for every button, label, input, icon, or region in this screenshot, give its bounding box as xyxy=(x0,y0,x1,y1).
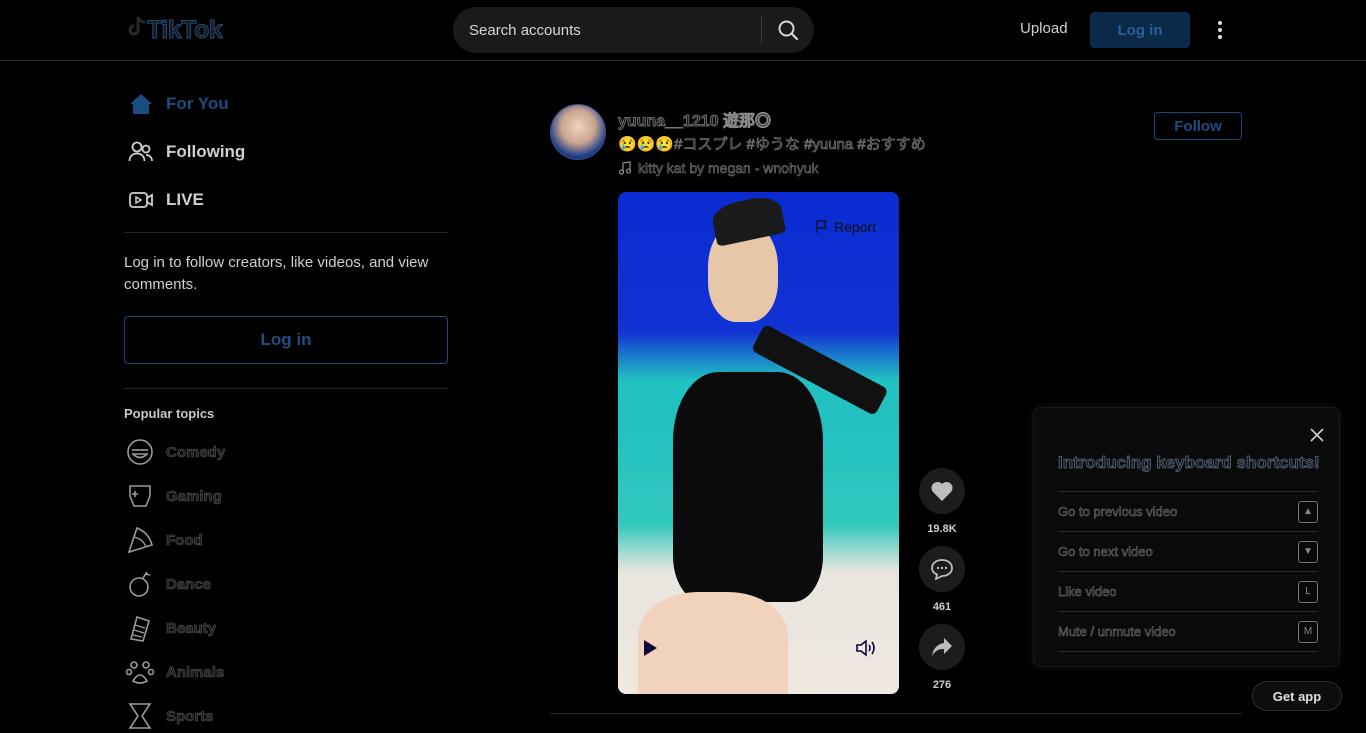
live-icon xyxy=(126,185,156,215)
upload-link[interactable]: Upload xyxy=(1020,20,1068,37)
home-icon xyxy=(126,89,156,119)
author-name[interactable]: yuuna__1210 遊那◎ xyxy=(618,107,772,131)
food-icon xyxy=(124,524,156,556)
shortcut-row: Like video L xyxy=(1058,571,1318,611)
sidebar-login-button[interactable]: Log in xyxy=(124,316,448,364)
comment-button[interactable] xyxy=(919,546,965,592)
share-count: 276 xyxy=(932,679,952,691)
sports-icon xyxy=(124,700,156,732)
topic-sports-label: Sports xyxy=(166,707,214,725)
volume-button[interactable] xyxy=(854,638,880,658)
shortcut-row: Go to next video ▼ xyxy=(1058,531,1318,571)
logo-wordmark: TikTok xyxy=(146,15,223,44)
post-description: 😢😢😢#コスプレ #ゆうな #yuuna #おすすめ xyxy=(618,136,926,154)
sidebar-divider xyxy=(124,232,448,233)
volume-icon xyxy=(856,639,875,657)
topic-beauty-label: Beauty xyxy=(166,619,217,637)
users-icon xyxy=(126,137,156,167)
share-button[interactable] xyxy=(919,624,965,670)
nav-live-label: LIVE xyxy=(166,190,204,209)
keyboard-shortcuts-popup: Introducing keyboard shortcuts! Go to pr… xyxy=(1033,407,1340,667)
search-button[interactable] xyxy=(769,15,807,45)
nav-following[interactable]: Following xyxy=(124,134,448,170)
comment-icon xyxy=(931,559,953,580)
video-frame-region xyxy=(638,592,788,694)
like-button[interactable] xyxy=(919,468,965,514)
nav-for-you-label: For You xyxy=(166,94,229,113)
nav-live[interactable]: LIVE xyxy=(124,182,448,218)
play-button[interactable] xyxy=(640,638,660,658)
topic-dance-label: Dance xyxy=(166,575,212,593)
video-frame-region xyxy=(709,193,787,247)
tiktok-note-icon xyxy=(127,15,147,46)
shortcuts-divider xyxy=(1058,651,1318,652)
topic-comedy-label: Comedy xyxy=(166,443,226,461)
shortcut-label: Mute / unmute video xyxy=(1058,624,1176,640)
video-frame-region xyxy=(673,372,823,602)
music-note-icon xyxy=(618,161,632,175)
tiktok-logo[interactable]: TikTok xyxy=(127,13,223,47)
feed-divider xyxy=(550,713,1242,714)
shortcut-key: L xyxy=(1298,580,1318,603)
topic-gaming-label: Gaming xyxy=(166,487,222,505)
animals-icon xyxy=(124,656,156,688)
close-button[interactable] xyxy=(1306,424,1328,446)
video-player[interactable]: Report xyxy=(618,192,899,694)
shortcut-key: ▲ xyxy=(1298,500,1318,523)
nav-for-you[interactable]: For You xyxy=(124,86,448,122)
comment-count: 461 xyxy=(932,601,952,613)
search-icon xyxy=(778,20,799,41)
report-label: Report xyxy=(834,219,877,235)
gaming-icon xyxy=(124,480,156,512)
report-button[interactable]: Report xyxy=(816,219,876,235)
close-icon xyxy=(1310,428,1324,442)
shortcuts-title: Introducing keyboard shortcuts! xyxy=(1058,453,1320,473)
popular-topics-title: Popular topics xyxy=(124,406,215,421)
topic-dance[interactable]: Dance xyxy=(124,567,211,601)
search-divider xyxy=(761,16,762,44)
shortcut-label: Go to previous video xyxy=(1058,504,1178,520)
music-link[interactable]: kitty kat by megan - wnohyuk xyxy=(618,160,819,176)
flag-icon xyxy=(816,220,828,233)
like-count: 19.8K xyxy=(927,523,957,535)
topic-sports[interactable]: Sports xyxy=(124,699,214,733)
topic-food-label: Food xyxy=(166,531,203,549)
play-icon xyxy=(644,640,657,656)
search-input[interactable] xyxy=(469,7,754,53)
topic-beauty[interactable]: Beauty xyxy=(124,611,216,645)
share-icon xyxy=(932,638,952,656)
topic-food[interactable]: Food xyxy=(124,523,203,557)
get-app-button[interactable]: Get app xyxy=(1252,681,1342,711)
topic-animals[interactable]: Animals xyxy=(124,655,225,689)
dance-icon xyxy=(124,568,156,600)
beauty-icon xyxy=(124,612,156,644)
shortcut-label: Go to next video xyxy=(1058,544,1153,560)
author-avatar[interactable] xyxy=(550,104,606,160)
nav-following-label: Following xyxy=(166,142,246,161)
sidebar: For You Following LIVE Log in to follow … xyxy=(124,61,448,729)
shortcut-row: Mute / unmute video M xyxy=(1058,611,1318,651)
topic-comedy[interactable]: Comedy xyxy=(124,435,225,469)
sidebar-divider xyxy=(124,388,448,389)
comedy-icon xyxy=(124,436,156,468)
shortcut-key: ▼ xyxy=(1298,540,1318,563)
top-bar: TikTok Upload Log in xyxy=(0,0,1366,61)
search-bar xyxy=(453,7,814,53)
more-options-icon[interactable] xyxy=(1210,18,1230,42)
follow-button[interactable]: Follow xyxy=(1154,112,1242,140)
shortcut-row: Go to previous video ▲ xyxy=(1058,491,1318,531)
topic-animals-label: Animals xyxy=(166,663,225,681)
login-button[interactable]: Log in xyxy=(1090,12,1190,48)
shortcut-label: Like video xyxy=(1058,584,1117,600)
login-prompt: Log in to follow creators, like videos, … xyxy=(124,254,429,293)
heart-icon xyxy=(931,481,953,501)
music-title: kitty kat by megan - wnohyuk xyxy=(638,160,819,177)
topic-gaming[interactable]: Gaming xyxy=(124,479,222,513)
shortcut-key: M xyxy=(1298,620,1318,643)
